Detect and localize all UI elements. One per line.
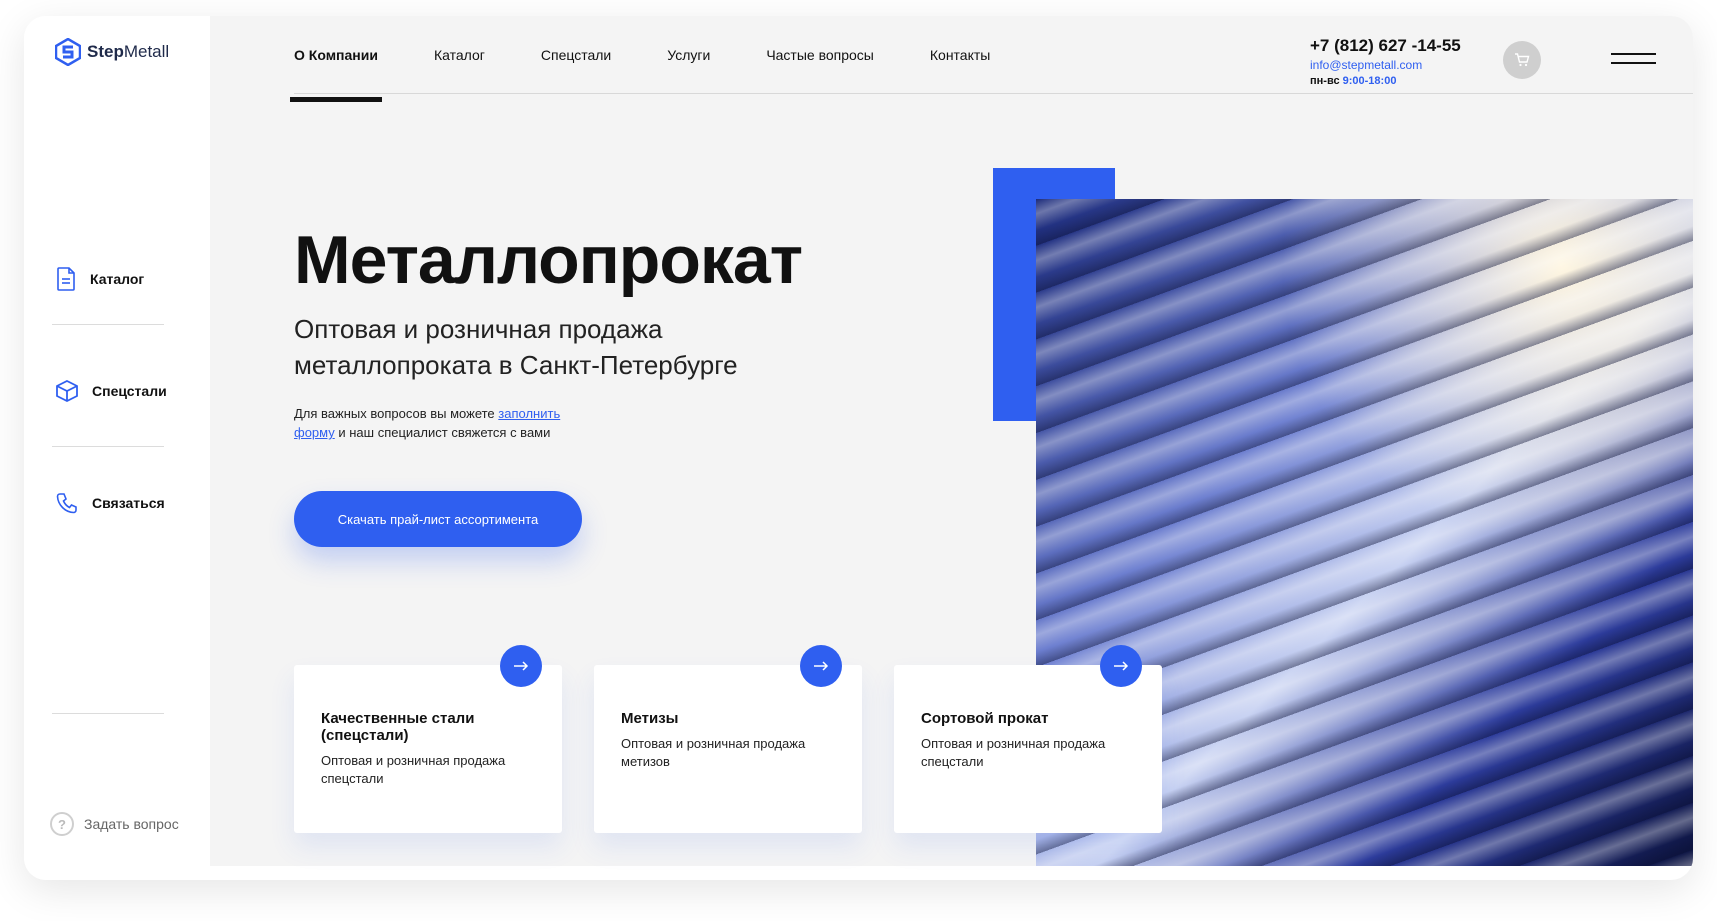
- cart-icon: [1515, 53, 1530, 67]
- page-frame: StepMetall Каталог Спецстали Связаться ?…: [24, 16, 1693, 880]
- arrow-right-icon[interactable]: [500, 645, 542, 687]
- ask-question-link[interactable]: ? Задать вопрос: [50, 812, 179, 836]
- nav-divider: [294, 93, 1693, 94]
- sidebar-item-specsteel[interactable]: Спецстали: [56, 380, 167, 402]
- sidebar-divider: [52, 446, 164, 447]
- ask-question-label: Задать вопрос: [84, 816, 179, 832]
- sidebar-item-label: Каталог: [90, 271, 145, 287]
- nav-item-catalog[interactable]: Каталог: [434, 16, 485, 94]
- category-card[interactable]: Метизы Оптовая и розничная продажа метиз…: [594, 645, 862, 833]
- hours-value: 9:00-18:00: [1342, 74, 1397, 87]
- question-icon: ?: [50, 812, 74, 836]
- hero-note: Для важных вопросов вы можете заполнить …: [294, 404, 604, 442]
- email-link[interactable]: info@stepmetall.com: [1310, 58, 1461, 72]
- phone-number[interactable]: +7 (812) 627 -14-55: [1310, 36, 1461, 56]
- nav-item-services[interactable]: Услуги: [667, 16, 710, 94]
- sidebar-item-label: Спецстали: [92, 383, 167, 399]
- cube-icon: [56, 380, 78, 402]
- logo-icon: [55, 38, 81, 66]
- logo-text-strong: Step: [87, 42, 124, 61]
- card-text: Оптовая и розничная продажа спецстали: [321, 753, 506, 786]
- card-text: Оптовая и розничная продажа метизов: [621, 736, 806, 769]
- nav-item-faq[interactable]: Частые вопросы: [766, 16, 874, 94]
- nav-item-about[interactable]: О Компании: [290, 16, 382, 102]
- sidebar-divider: [52, 324, 164, 325]
- main-area: О Компании Каталог Спецстали Услуги Част…: [210, 16, 1693, 866]
- nav-item-contacts[interactable]: Контакты: [930, 16, 990, 94]
- card-text: Оптовая и розничная продажа спецстали: [921, 736, 1106, 769]
- hero-subtitle: Оптовая и розничная продажа металлопрока…: [294, 314, 738, 380]
- logo-text-light: Metall: [123, 42, 170, 61]
- contact-block: +7 (812) 627 -14-55 info@stepmetall.com …: [1310, 36, 1461, 88]
- hours-label: пн-вс: [1310, 74, 1340, 87]
- top-nav: О Компании Каталог Спецстали Услуги Част…: [290, 16, 1046, 102]
- card-title: Метизы: [621, 710, 679, 727]
- working-hours: пн-вс 9:00-18:00: [1310, 75, 1461, 88]
- logo[interactable]: StepMetall: [55, 38, 169, 66]
- sidebar-item-label: Связаться: [92, 495, 165, 511]
- card-title: Сортовой прокат: [921, 710, 1049, 727]
- sidebar: StepMetall Каталог Спецстали Связаться ?…: [24, 16, 210, 880]
- sidebar-divider: [52, 713, 164, 714]
- sidebar-item-contact[interactable]: Связаться: [56, 492, 165, 514]
- hero-title: Металлопрокат: [294, 222, 803, 298]
- download-pricelist-button[interactable]: Скачать прай-лист ассортимента: [294, 491, 582, 547]
- cart-button[interactable]: [1503, 41, 1541, 79]
- category-card[interactable]: Качественные стали (спецстали) Оптовая и…: [294, 645, 562, 833]
- document-icon: [57, 267, 75, 291]
- hero-note-before: Для важных вопросов вы можете: [294, 406, 495, 421]
- card-title: Качественные стали (спецстали): [321, 710, 475, 744]
- arrow-right-icon[interactable]: [800, 645, 842, 687]
- hero-note-after: и наш специалист свяжется с вами: [338, 425, 551, 440]
- sidebar-item-catalog[interactable]: Каталог: [56, 267, 144, 291]
- arrow-right-icon[interactable]: [1100, 645, 1142, 687]
- category-card[interactable]: Сортовой прокат Оптовая и розничная прод…: [894, 645, 1162, 833]
- menu-burger-icon[interactable]: [1611, 53, 1656, 71]
- nav-item-specsteel[interactable]: Спецстали: [541, 16, 611, 94]
- phone-icon: [56, 493, 77, 514]
